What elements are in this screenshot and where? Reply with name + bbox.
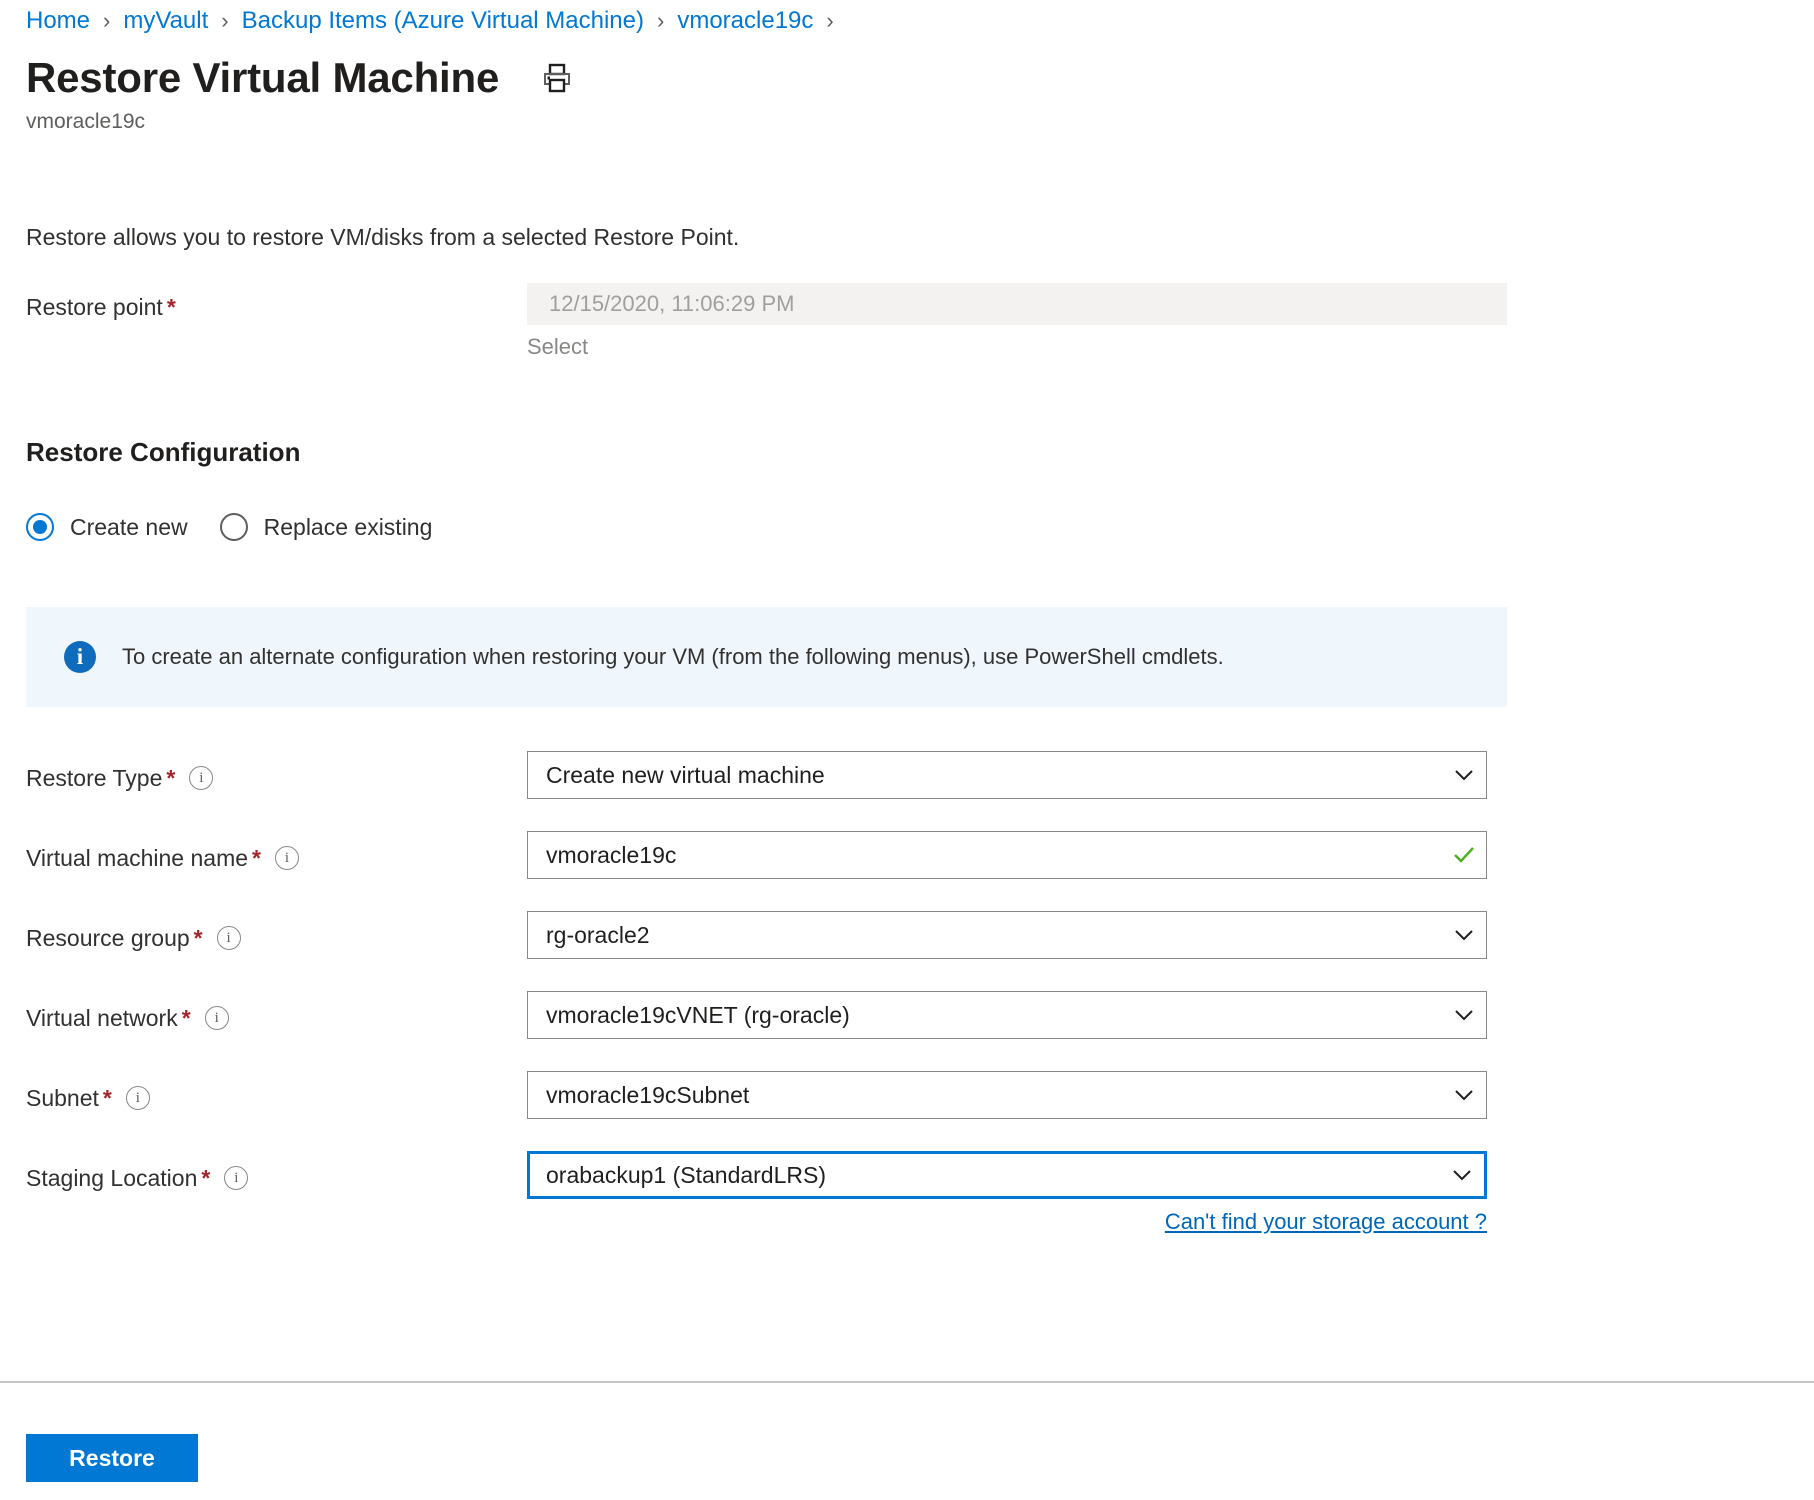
chevron-down-icon: [1440, 1162, 1484, 1188]
required-asterisk: *: [103, 1083, 112, 1113]
chevron-down-icon: [1442, 1082, 1486, 1108]
chevron-down-icon: [1442, 762, 1486, 788]
breadcrumb-item-backup-items[interactable]: Backup Items (Azure Virtual Machine): [242, 6, 644, 36]
field-row-staging-location: Staging Location* i orabackup1 (Standard…: [0, 1145, 1814, 1225]
info-tooltip-icon[interactable]: i: [224, 1166, 248, 1190]
resource-group-label-text: Resource group: [26, 923, 190, 953]
resource-group-dropdown[interactable]: rg-oracle2: [527, 911, 1487, 959]
virtual-network-label-text: Virtual network: [26, 1003, 178, 1033]
required-asterisk: *: [166, 763, 175, 793]
breadcrumb-separator-icon: ›: [103, 6, 110, 36]
restore-configuration-heading: Restore Configuration: [26, 435, 300, 469]
cant-find-storage-account-link[interactable]: Can't find your storage account ?: [1165, 1209, 1487, 1234]
required-asterisk: *: [194, 923, 203, 953]
restore-configuration-radio-group: Create new Replace existing: [26, 512, 464, 542]
breadcrumb-separator-icon: ›: [221, 6, 228, 36]
resource-group-value: rg-oracle2: [528, 922, 1442, 949]
radio-create-new-label: Create new: [70, 512, 188, 542]
virtual-machine-name-input[interactable]: vmoracle19c: [527, 831, 1487, 879]
virtual-network-label: Virtual network* i: [26, 1003, 229, 1033]
radio-replace-existing-label: Replace existing: [264, 512, 433, 542]
radio-selected-icon: [26, 513, 54, 541]
staging-location-label-text: Staging Location: [26, 1163, 197, 1193]
required-asterisk: *: [201, 1163, 210, 1193]
virtual-machine-name-label-text: Virtual machine name: [26, 843, 248, 873]
storage-account-help-container: Can't find your storage account ?: [527, 1207, 1487, 1237]
field-row-subnet: Subnet* i vmoracle19cSubnet: [0, 1065, 1814, 1145]
subnet-value: vmoracle19cSubnet: [528, 1082, 1442, 1109]
restore-point-label-text: Restore point: [26, 294, 163, 320]
virtual-network-value: vmoracle19cVNET (rg-oracle): [528, 1002, 1442, 1029]
field-row-virtual-machine-name: Virtual machine name* i vmoracle19c: [0, 825, 1814, 905]
breadcrumb-item-vmoracle19c[interactable]: vmoracle19c: [677, 6, 813, 36]
restore-type-label-text: Restore Type: [26, 763, 162, 793]
page-title-row: Restore Virtual Machine: [26, 52, 575, 104]
restore-button[interactable]: Restore: [26, 1434, 198, 1482]
valid-check-icon: [1442, 841, 1486, 869]
restore-type-value: Create new virtual machine: [528, 762, 1442, 789]
info-tooltip-icon[interactable]: i: [126, 1086, 150, 1110]
info-tooltip-icon[interactable]: i: [275, 846, 299, 870]
field-row-restore-type: Restore Type* i Create new virtual machi…: [0, 745, 1814, 825]
radio-replace-existing[interactable]: Replace existing: [220, 512, 433, 542]
restore-type-dropdown[interactable]: Create new virtual machine: [527, 751, 1487, 799]
chevron-down-icon: [1442, 922, 1486, 948]
footer-divider: [0, 1381, 1814, 1383]
restore-type-label: Restore Type* i: [26, 763, 213, 793]
restore-point-field[interactable]: 12/15/2020, 11:06:29 PM: [527, 283, 1507, 325]
info-banner: i To create an alternate configuration w…: [26, 607, 1507, 707]
required-asterisk: *: [182, 1003, 191, 1033]
virtual-machine-name-label: Virtual machine name* i: [26, 843, 299, 873]
resource-group-label: Resource group* i: [26, 923, 241, 953]
restore-form: Restore Type* i Create new virtual machi…: [0, 745, 1814, 1225]
printer-icon[interactable]: [539, 60, 575, 96]
info-banner-text: To create an alternate configuration whe…: [122, 643, 1224, 671]
info-tooltip-icon[interactable]: i: [217, 926, 241, 950]
subnet-label-text: Subnet: [26, 1083, 99, 1113]
staging-location-value: orabackup1 (StandardLRS): [530, 1162, 1440, 1189]
info-tooltip-icon[interactable]: i: [189, 766, 213, 790]
breadcrumb-separator-icon: ›: [826, 6, 833, 36]
breadcrumb-item-myvault[interactable]: myVault: [123, 6, 208, 36]
info-icon: i: [64, 641, 96, 673]
staging-location-label: Staging Location* i: [26, 1163, 248, 1193]
radio-unselected-icon: [220, 513, 248, 541]
chevron-down-icon: [1442, 1002, 1486, 1028]
staging-location-dropdown[interactable]: orabackup1 (StandardLRS): [527, 1151, 1487, 1199]
page-title: Restore Virtual Machine: [26, 52, 499, 104]
breadcrumb-separator-icon: ›: [657, 6, 664, 36]
subnet-label: Subnet* i: [26, 1083, 150, 1113]
virtual-network-dropdown[interactable]: vmoracle19cVNET (rg-oracle): [527, 991, 1487, 1039]
restore-virtual-machine-blade: Home › myVault › Backup Items (Azure Vir…: [0, 0, 1814, 1500]
required-asterisk: *: [167, 294, 176, 320]
breadcrumb-item-home[interactable]: Home: [26, 6, 90, 36]
restore-point-label: Restore point*: [26, 292, 176, 322]
subnet-dropdown[interactable]: vmoracle19cSubnet: [527, 1071, 1487, 1119]
radio-create-new[interactable]: Create new: [26, 512, 188, 542]
page-subtitle: vmoracle19c: [26, 108, 145, 136]
field-row-virtual-network: Virtual network* i vmoracle19cVNET (rg-o…: [0, 985, 1814, 1065]
restore-point-select-link[interactable]: Select: [527, 332, 588, 362]
virtual-machine-name-value: vmoracle19c: [528, 842, 1442, 869]
breadcrumb: Home › myVault › Backup Items (Azure Vir…: [26, 6, 847, 36]
intro-text: Restore allows you to restore VM/disks f…: [26, 222, 739, 252]
required-asterisk: *: [252, 843, 261, 873]
restore-point-value: 12/15/2020, 11:06:29 PM: [549, 291, 794, 317]
info-tooltip-icon[interactable]: i: [205, 1006, 229, 1030]
field-row-resource-group: Resource group* i rg-oracle2: [0, 905, 1814, 985]
